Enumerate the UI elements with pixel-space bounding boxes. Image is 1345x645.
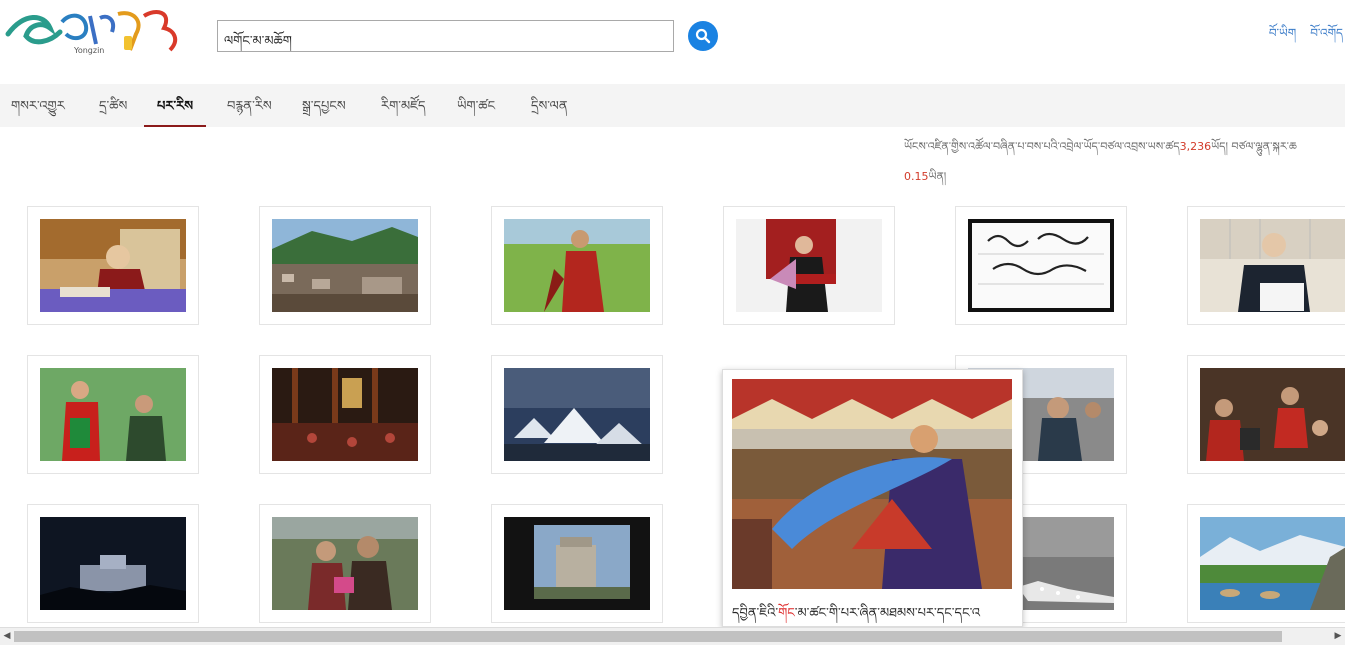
photo-card[interactable] — [1187, 206, 1345, 325]
nav-item-1[interactable]: དྲ་ཚིས — [99, 84, 127, 127]
photo-thumbnail[interactable] — [272, 517, 418, 610]
nav-item-3[interactable]: བརྙན་རིས — [227, 84, 272, 127]
nav-item-4[interactable]: སྒྲ་དཔྱངས — [302, 84, 346, 127]
photo-card[interactable] — [491, 504, 663, 623]
stats-time: 0.15 — [904, 170, 929, 183]
horizontal-scrollbar[interactable]: ◀ ▶ — [0, 627, 1345, 645]
photo-thumbnail[interactable] — [504, 368, 650, 461]
main-nav: གསར་འགྱུར དྲ་ཚིས པར་རིས བརྙན་རིས སྒྲ་དཔྱ… — [0, 84, 1345, 127]
nav-item-7[interactable]: དྲིས་ལན — [531, 84, 568, 127]
photo-card[interactable] — [27, 355, 199, 474]
photo-thumbnail[interactable] — [1200, 368, 1345, 461]
photo-thumbnail[interactable] — [1200, 517, 1345, 610]
photo-thumbnail[interactable] — [968, 219, 1114, 312]
stats-count: 3,236 — [1179, 140, 1212, 153]
header-link-1[interactable]: བོ་འགོད — [1310, 20, 1343, 54]
photo-preview-popup[interactable]: དབྱིན་ཇིའི་གོང་མ་ཚང་གི་པར་ཞིན་མཐམས་པར་དང… — [722, 369, 1023, 627]
photo-thumbnail[interactable] — [272, 219, 418, 312]
photo-thumbnail[interactable] — [40, 219, 186, 312]
nav-item-2[interactable]: པར་རིས — [144, 84, 207, 127]
photo-thumbnail[interactable] — [272, 368, 418, 461]
photo-card[interactable] — [259, 355, 431, 474]
photo-card[interactable] — [259, 206, 431, 325]
nav-item-6[interactable]: ཡིག་ཚང — [457, 84, 495, 127]
preview-image[interactable] — [732, 379, 1012, 589]
photo-card[interactable] — [1187, 504, 1345, 623]
search-button[interactable] — [688, 21, 718, 51]
caption-text-before: དབྱིན་ཇིའི་ — [732, 606, 779, 621]
photo-card[interactable] — [1187, 355, 1345, 474]
photo-card[interactable] — [491, 355, 663, 474]
scroll-left-icon[interactable]: ◀ — [0, 628, 14, 645]
header-link-0[interactable]: བོ་ཡིག — [1269, 20, 1296, 54]
stats-text-middle: ཡོད། བཙལ་ལྷུན་སྐར་ཆ — [1211, 140, 1297, 153]
photo-card[interactable] — [27, 206, 199, 325]
scroll-right-icon[interactable]: ▶ — [1331, 628, 1345, 645]
photo-thumbnail[interactable] — [504, 517, 650, 610]
photo-thumbnail[interactable] — [1200, 219, 1345, 312]
photo-card[interactable] — [27, 504, 199, 623]
search-input[interactable]: ལགོང་མ་མཆོག — [217, 20, 674, 52]
stats-text-before: ཡོངས་འཛིན་གྱིས་འཚོལ་བཞིན་པ་བས་པའི་འབྲེལ་… — [904, 140, 1180, 153]
caption-text-after: ་མ་ཚང་གི་པར་ཞིན་མཐམས་པར་དང་དང་འ — [794, 606, 981, 621]
stats-text-after: ཡིན། — [928, 170, 947, 183]
header-links: བོ་ཡིག བོ་འགོད — [1269, 20, 1343, 54]
photo-thumbnail[interactable] — [40, 517, 186, 610]
search-icon — [695, 28, 711, 44]
photo-card[interactable] — [259, 504, 431, 623]
photo-card[interactable] — [723, 206, 895, 325]
caption-highlight: གོང — [778, 606, 795, 621]
site-logo[interactable]: Yongzin — [4, 6, 194, 58]
scrollbar-thumb[interactable] — [14, 631, 1282, 642]
photo-thumbnail[interactable] — [504, 219, 650, 312]
site-header: Yongzin ལགོང་མ་མཆོག བོ་ཡིག བོ་འགོད — [0, 0, 1345, 84]
search-stats: ཡོངས་འཛིན་གྱིས་འཚོལ་བཞིན་པ་བས་པའི་འབྲེལ་… — [904, 132, 1334, 192]
nav-item-0[interactable]: གསར་འགྱུར — [11, 84, 65, 127]
photo-thumbnail[interactable] — [736, 219, 882, 312]
photo-card[interactable] — [955, 206, 1127, 325]
photo-card[interactable] — [491, 206, 663, 325]
photo-thumbnail[interactable] — [40, 368, 186, 461]
svg-text:Yongzin: Yongzin — [73, 46, 104, 55]
nav-item-5[interactable]: རིག་མཛོད — [381, 84, 426, 127]
